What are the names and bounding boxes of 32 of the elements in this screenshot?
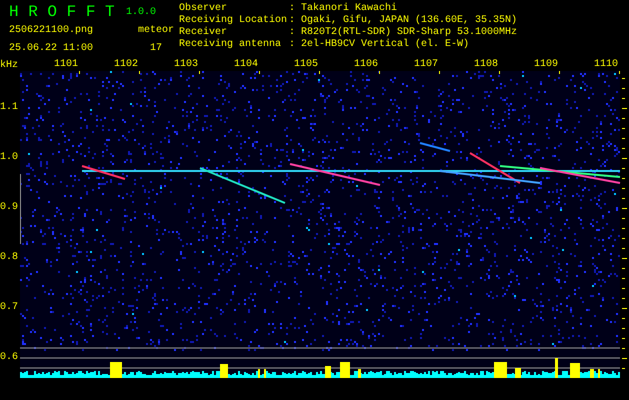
date-time: 25.06.22 11:00 (9, 42, 94, 54)
info-label: Receiver (179, 27, 228, 38)
info-label: Receiving Location (179, 15, 288, 26)
info-label: Observer (179, 3, 228, 14)
info-value: R820T2(RTL-SDR) SDR-Sharp 53.1000MHz (301, 27, 518, 38)
info-value: Takanori Kawachi (301, 3, 398, 14)
info-separator: : (289, 27, 296, 39)
x-tick-label: 1110 (592, 59, 619, 71)
x-tick-label: 1103 (172, 59, 199, 71)
y-tick-label: 0.7 (0, 301, 20, 315)
file-name: 2506221100.png (9, 24, 94, 36)
x-tick-label: 1108 (472, 59, 499, 71)
x-tick-label: 1109 (532, 59, 559, 71)
info-separator: : (289, 39, 296, 51)
y-tick-label: 0.8 (0, 251, 20, 265)
info-value: 2el-HB9CV Vertical (el. E-W) (301, 39, 470, 51)
x-tick-label: 1104 (232, 59, 259, 71)
info-value: Ogaki, Gifu, JAPAN (136.60E, 35.35N) (301, 15, 518, 26)
axis-unit: kHz (0, 58, 20, 71)
info-label: Receiving antenna (179, 39, 282, 51)
x-tick-label: 1102 (112, 59, 139, 71)
y-tick-label: 0.6 (0, 351, 20, 365)
y-tick-label: 1.0 (0, 151, 20, 165)
app-title: H R O F F T (9, 3, 116, 21)
x-tick-label: 1106 (352, 59, 379, 71)
info-separator: : (289, 15, 296, 27)
x-tick-label: 1105 (292, 59, 319, 71)
y-tick-label: 1.1 (0, 101, 20, 115)
y-tick-label: 0.9 (0, 201, 20, 215)
x-tick-label: 1101 (52, 59, 79, 71)
x-tick-label: 1107 (412, 59, 439, 71)
info-separator: : (289, 3, 296, 15)
